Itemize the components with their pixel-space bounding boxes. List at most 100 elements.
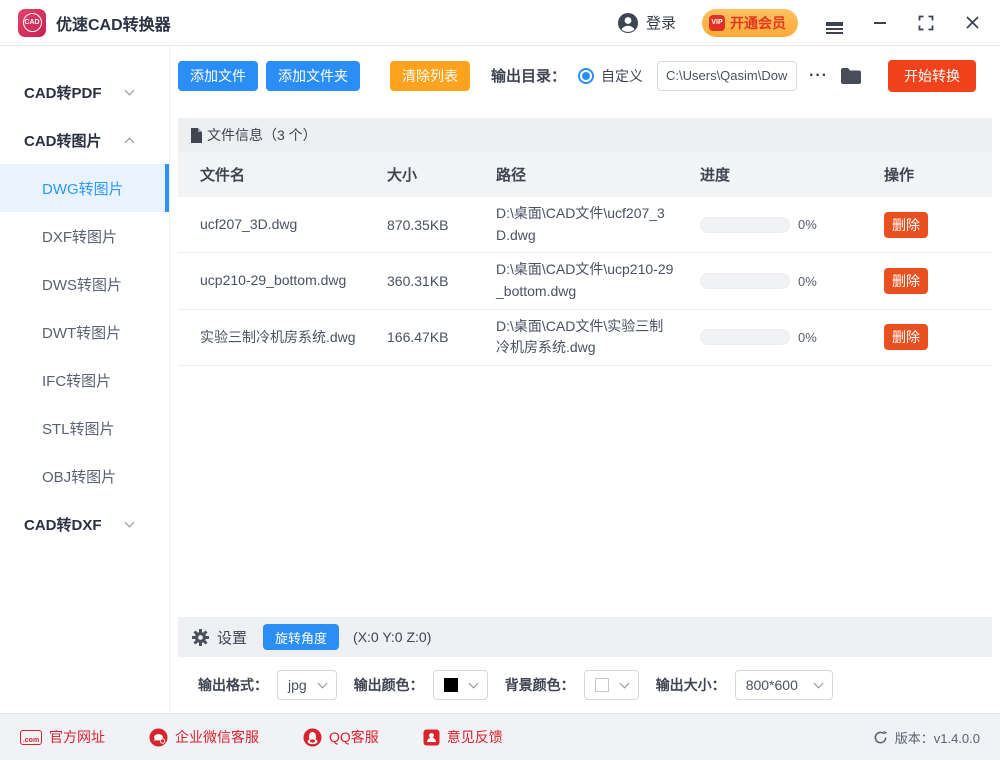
col-name: 文件名 xyxy=(200,164,387,185)
sidebar-item-label: DWS转图片 xyxy=(42,274,122,295)
settings-label: 设置 xyxy=(217,627,247,648)
chevron-down-icon xyxy=(619,678,629,688)
chevron-down-icon xyxy=(125,85,135,95)
table-header: 文件名 大小 路径 进度 操作 xyxy=(178,152,992,197)
gear-icon xyxy=(192,629,209,646)
group-label: CAD转图片 xyxy=(24,130,102,151)
sidebar-item-ifc-to-image[interactable]: IFC转图片 xyxy=(0,356,169,404)
progress-bar xyxy=(700,329,790,345)
output-size-select[interactable]: 800*600 xyxy=(735,670,833,700)
file-size: 166.47KB xyxy=(387,329,496,345)
bg-color-select[interactable] xyxy=(584,670,639,700)
table-row: ucp210-29_bottom.dwg 360.31KB D:\桌面\CAD文… xyxy=(178,253,992,309)
wechat-work-icon xyxy=(149,728,168,747)
settings-strip: 设置 旋转角度 (X:0 Y:0 Z:0) xyxy=(178,617,992,657)
sidebar-item-dws-to-image[interactable]: DWS转图片 xyxy=(0,260,169,308)
chevron-down-icon xyxy=(125,517,135,527)
minimize-button[interactable] xyxy=(870,13,890,33)
file-name: 实验三制冷机房系统.dwg xyxy=(200,327,380,349)
output-color-swatch xyxy=(444,678,458,692)
sidebar-item-dxf-to-image[interactable]: DXF转图片 xyxy=(0,212,169,260)
rotate-angle-button[interactable]: 旋转角度 xyxy=(263,624,339,650)
add-file-button[interactable]: 添加文件 xyxy=(178,61,258,91)
close-button[interactable] xyxy=(962,13,982,33)
output-color-select[interactable] xyxy=(433,670,488,700)
feedback-link[interactable]: 意见反馈 xyxy=(423,727,503,747)
qq-support-label: QQ客服 xyxy=(329,727,379,747)
chevron-down-icon xyxy=(813,678,823,688)
version-label: 版本：v1.4.0.0 xyxy=(895,728,980,747)
output-size-value: 800*600 xyxy=(746,677,798,693)
feedback-icon xyxy=(423,729,440,746)
start-convert-button[interactable]: 开始转换 xyxy=(888,60,976,92)
sidebar-item-label: STL转图片 xyxy=(42,418,115,439)
file-path: D:\桌面\CAD文件\实验三制冷机房系统.dwg xyxy=(496,316,676,359)
sidebar-group-cad-to-pdf[interactable]: CAD转PDF xyxy=(0,68,169,116)
footer: .com 官方网址 企业微信客服 QQ客服 意见反馈 版本：v1 xyxy=(0,713,1000,760)
menu-button[interactable] xyxy=(824,13,844,33)
sidebar-item-label: DXF转图片 xyxy=(42,226,117,247)
delete-button[interactable]: 删除 xyxy=(884,268,928,294)
sidebar-item-dwg-to-image[interactable]: DWG转图片 xyxy=(0,164,169,212)
file-path: D:\桌面\CAD文件\ucf207_3D.dwg xyxy=(496,203,676,246)
sidebar: CAD转PDF CAD转图片 DWG转图片 DXF转图片 DWS转图片 DWT转… xyxy=(0,46,170,713)
delete-button[interactable]: 删除 xyxy=(884,324,928,350)
file-info-bar: 文件信息（3 个） xyxy=(178,118,992,152)
app-title: 优速CAD转换器 xyxy=(56,11,171,35)
delete-button[interactable]: 删除 xyxy=(884,212,928,238)
progress-bar xyxy=(700,217,790,233)
maximize-button[interactable] xyxy=(916,13,936,33)
browse-more-button[interactable]: ··· xyxy=(809,67,828,85)
sidebar-item-stl-to-image[interactable]: STL转图片 xyxy=(0,404,169,452)
file-size: 360.31KB xyxy=(387,273,496,289)
sidebar-item-label: OBJ转图片 xyxy=(42,466,116,487)
app-logo-icon: CAD xyxy=(18,9,46,37)
qq-support-link[interactable]: QQ客服 xyxy=(303,727,379,747)
progress-value: 0% xyxy=(798,217,817,232)
col-progress: 进度 xyxy=(700,164,884,185)
chevron-down-icon xyxy=(468,678,478,688)
output-format-label: 输出格式： xyxy=(198,675,268,695)
rotation-xyz-value: (X:0 Y:0 Z:0) xyxy=(353,629,431,645)
main-panel: 添加文件 添加文件夹 清除列表 输出目录： 自定义 ··· 开始转换 文件信息（… xyxy=(170,46,1000,713)
official-site-link[interactable]: .com 官方网址 xyxy=(20,727,105,747)
file-size: 870.35KB xyxy=(387,217,496,233)
open-folder-icon[interactable] xyxy=(840,67,862,85)
group-label: CAD转DXF xyxy=(24,514,102,535)
output-format-select[interactable]: jpg xyxy=(277,670,337,700)
custom-dir-label: 自定义 xyxy=(601,66,643,86)
login-label: 登录 xyxy=(646,12,676,33)
cad-logo-text: CAD xyxy=(23,13,42,32)
progress-value: 0% xyxy=(798,274,817,289)
col-size: 大小 xyxy=(387,164,496,185)
add-folder-button[interactable]: 添加文件夹 xyxy=(266,61,360,91)
file-path: D:\桌面\CAD文件\ucp210-29_bottom.dwg xyxy=(496,259,676,302)
sidebar-item-label: DWT转图片 xyxy=(42,322,121,343)
output-format-value: jpg xyxy=(288,677,307,693)
sidebar-item-dwt-to-image[interactable]: DWT转图片 xyxy=(0,308,169,356)
wechat-support-link[interactable]: 企业微信客服 xyxy=(149,727,259,747)
output-path-input[interactable] xyxy=(657,61,797,91)
output-size-label: 输出大小： xyxy=(656,675,726,695)
output-options-row: 输出格式： jpg 输出颜色： 背景颜色： xyxy=(170,657,1000,713)
file-name: ucp210-29_bottom.dwg xyxy=(200,270,380,292)
vip-icon: VIP xyxy=(709,15,725,31)
group-label: CAD转PDF xyxy=(24,82,102,103)
clear-list-button[interactable]: 清除列表 xyxy=(390,61,470,91)
sidebar-item-label: IFC转图片 xyxy=(42,370,111,391)
open-vip-button[interactable]: VIP 开通会员 xyxy=(702,9,798,37)
bg-color-swatch xyxy=(595,678,609,692)
login-button[interactable]: 登录 xyxy=(617,12,676,34)
wechat-support-label: 企业微信客服 xyxy=(175,727,259,747)
version-info: 版本：v1.4.0.0 xyxy=(873,728,980,747)
refresh-icon xyxy=(873,730,888,745)
table-row: 实验三制冷机房系统.dwg 166.47KB D:\桌面\CAD文件\实验三制冷… xyxy=(178,310,992,366)
custom-dir-radio[interactable] xyxy=(578,68,594,84)
qq-icon xyxy=(303,728,322,747)
sidebar-group-cad-to-image[interactable]: CAD转图片 xyxy=(0,116,169,164)
sidebar-group-cad-to-dxf[interactable]: CAD转DXF xyxy=(0,500,169,548)
file-info-title: 文件信息（3 个） xyxy=(207,125,317,145)
dot-com-icon: .com xyxy=(20,730,42,745)
sidebar-item-obj-to-image[interactable]: OBJ转图片 xyxy=(0,452,169,500)
sidebar-item-label: DWG转图片 xyxy=(42,178,124,199)
